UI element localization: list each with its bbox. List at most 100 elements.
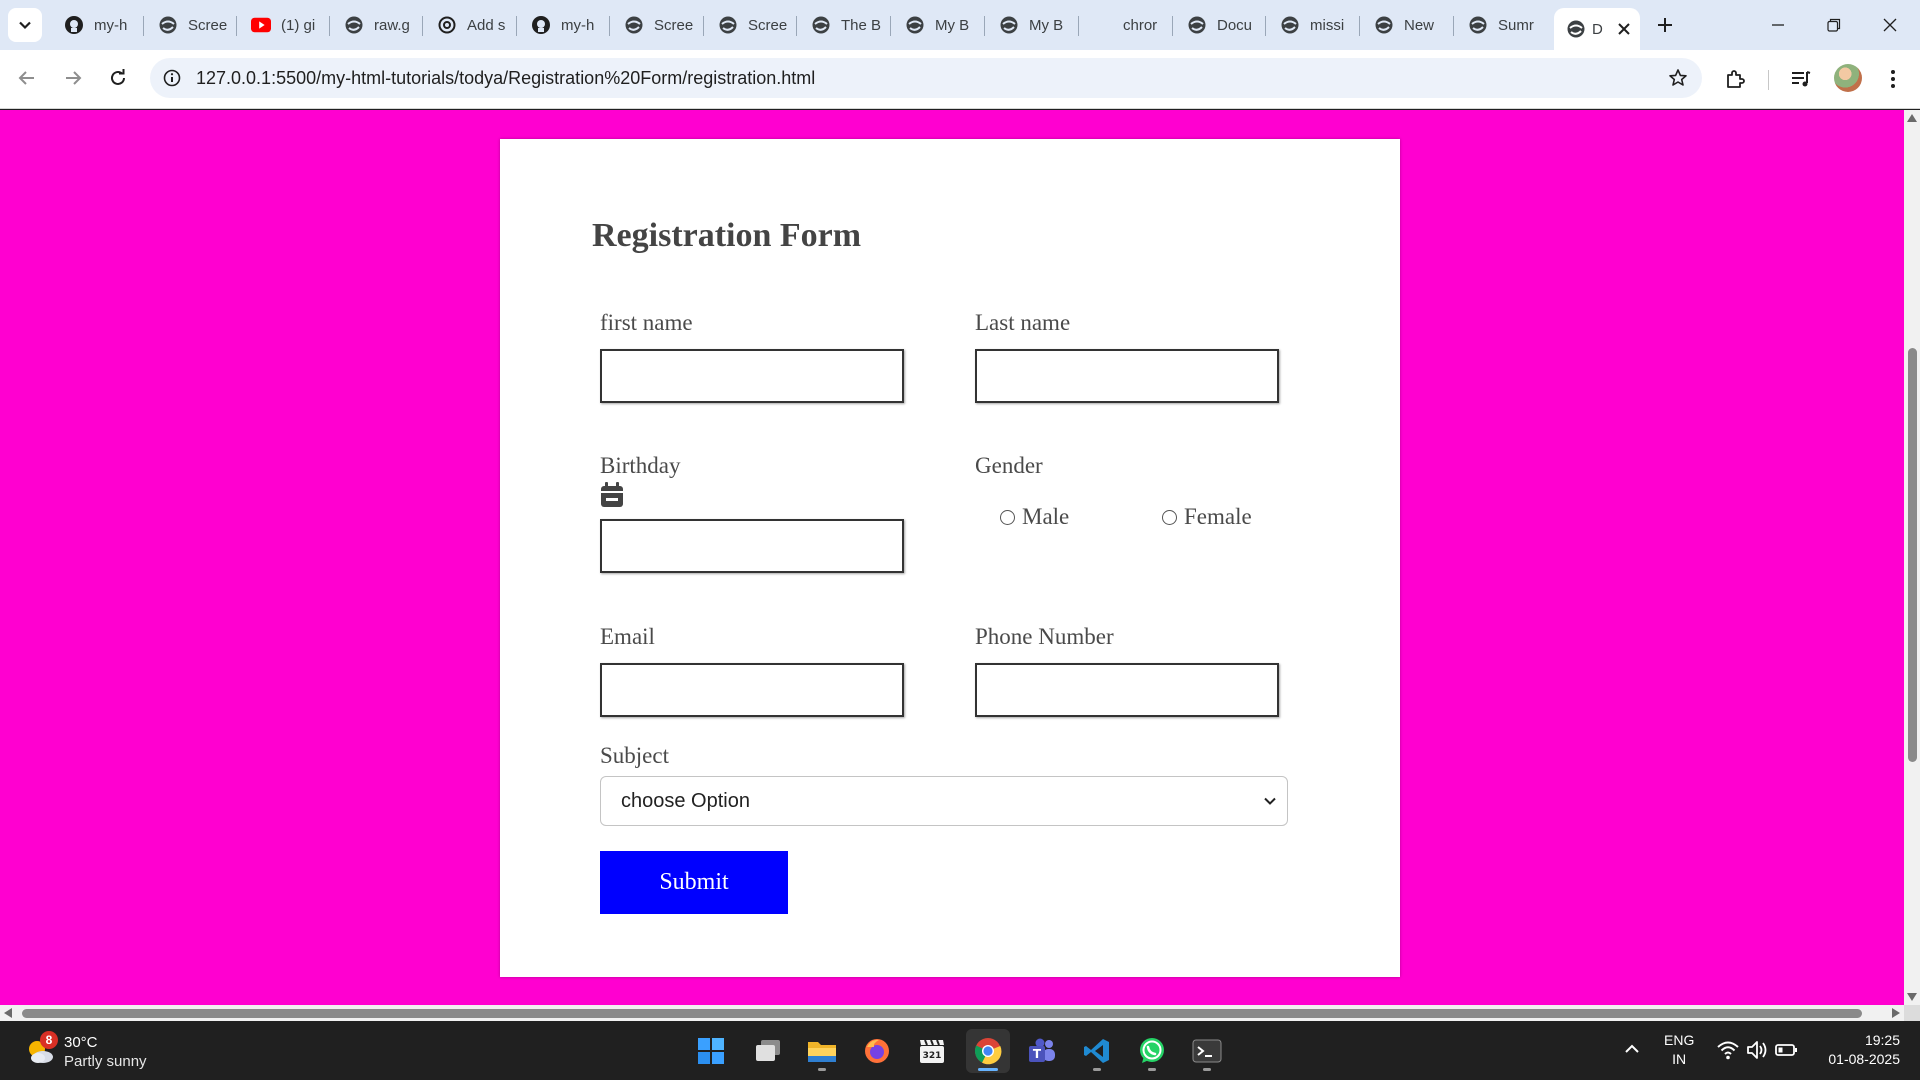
- tab-separator: [422, 16, 423, 36]
- tab-separator: [329, 16, 330, 36]
- plus-icon: [1658, 18, 1672, 32]
- profile-avatar[interactable]: [1834, 64, 1862, 92]
- vertical-scroll-thumb[interactable]: [1908, 348, 1917, 762]
- tab[interactable]: Add s: [425, 10, 513, 40]
- firefox-button[interactable]: [855, 1029, 899, 1073]
- extensions-button[interactable]: [1718, 62, 1752, 96]
- clock-time: 19:25: [1864, 1032, 1900, 1048]
- url-text: 127.0.0.1:5500/my-html-tutorials/todya/R…: [196, 68, 816, 88]
- horizontal-scroll-thumb[interactable]: [22, 1009, 1862, 1018]
- tab[interactable]: missi: [1268, 10, 1356, 40]
- submit-button[interactable]: Submit: [600, 851, 788, 914]
- last-name-label: Last name: [975, 310, 1071, 335]
- teams-icon: T: [1029, 1038, 1055, 1062]
- gender-option-male[interactable]: Male: [1000, 504, 1069, 530]
- first-name-input[interactable]: [600, 349, 904, 403]
- tab-search-button[interactable]: [8, 8, 42, 42]
- github-icon: [531, 15, 551, 35]
- radio-female[interactable]: [1162, 509, 1177, 525]
- tab-title: D: [1592, 20, 1603, 38]
- globe-icon: [1280, 15, 1300, 35]
- close-window-button[interactable]: [1862, 0, 1918, 50]
- birthday-input[interactable]: [600, 519, 904, 573]
- address-bar[interactable]: 127.0.0.1:5500/my-html-tutorials/todya/R…: [150, 58, 1702, 98]
- restore-button[interactable]: [1806, 0, 1862, 50]
- tab-title: Sumr: [1498, 16, 1534, 34]
- file-explorer-button[interactable]: [800, 1029, 844, 1073]
- tab-separator: [1172, 16, 1173, 36]
- tab[interactable]: (1) gi: [239, 10, 327, 40]
- chrome-button[interactable]: [966, 1029, 1010, 1073]
- globe-icon: [1187, 15, 1207, 35]
- minimize-button[interactable]: [1750, 0, 1806, 50]
- chevron-down-icon: [1264, 797, 1276, 805]
- new-tab-button[interactable]: [1650, 10, 1680, 40]
- weather-widget[interactable]: 8 30°C Partly sunny: [24, 1031, 224, 1071]
- media-queue-icon: [1792, 71, 1811, 87]
- clipchamp-button[interactable]: 321: [910, 1029, 954, 1073]
- globe-icon: [905, 15, 925, 35]
- tab-title: Scree: [654, 16, 694, 34]
- tab[interactable]: my-h: [52, 10, 140, 40]
- tab-title: My B: [1029, 16, 1064, 34]
- phone-input[interactable]: [975, 663, 1279, 717]
- globe-icon: [811, 15, 831, 35]
- system-clock[interactable]: 19:25 01-08-2025: [1810, 1031, 1900, 1069]
- tab-separator: [703, 16, 704, 36]
- reload-button[interactable]: [100, 60, 136, 96]
- close-tab-icon[interactable]: [1615, 20, 1633, 38]
- tab[interactable]: My B: [987, 10, 1075, 40]
- forward-button[interactable]: [55, 60, 91, 96]
- radio-label: Male: [1022, 504, 1070, 529]
- whatsapp-button[interactable]: [1130, 1029, 1174, 1073]
- subject-select[interactable]: choose Option: [600, 776, 1288, 826]
- openai-icon: [437, 15, 457, 35]
- bookmark-star-icon[interactable]: [1666, 66, 1690, 90]
- tab[interactable]: my-h: [519, 10, 607, 40]
- back-button[interactable]: [9, 60, 45, 96]
- terminal-button[interactable]: [1185, 1029, 1229, 1073]
- tab[interactable]: Docu: [1175, 10, 1263, 40]
- last-name-input[interactable]: [975, 349, 1279, 403]
- radio-male[interactable]: [1000, 509, 1015, 525]
- language-code: ENG: [1664, 1032, 1695, 1048]
- tab[interactable]: Sumr: [1456, 10, 1544, 40]
- subject-selected-value: choose Option: [621, 790, 750, 812]
- region-code: IN: [1672, 1051, 1687, 1067]
- vertical-scrollbar[interactable]: [1904, 110, 1920, 1005]
- scroll-down-arrow-icon[interactable]: [1907, 993, 1917, 1001]
- wifi-icon[interactable]: [1716, 1038, 1740, 1062]
- language-indicator[interactable]: ENG IN: [1664, 1031, 1694, 1069]
- horizontal-scrollbar[interactable]: [0, 1005, 1904, 1021]
- scroll-right-arrow-icon[interactable]: [1892, 1008, 1900, 1018]
- battery-icon[interactable]: [1774, 1038, 1798, 1062]
- tab-title: Scree: [188, 16, 228, 34]
- volume-icon[interactable]: [1745, 1038, 1769, 1062]
- tab[interactable]: raw.g: [332, 10, 420, 40]
- tab[interactable]: Scree: [146, 10, 234, 40]
- chevron-up-icon[interactable]: [1620, 1037, 1644, 1061]
- tab[interactable]: Scree: [612, 10, 700, 40]
- gender-option-female[interactable]: Female: [1162, 504, 1252, 530]
- tab[interactable]: The B: [799, 10, 887, 40]
- task-view-button[interactable]: [746, 1029, 790, 1073]
- scroll-left-arrow-icon[interactable]: [4, 1008, 12, 1018]
- calendar-icon: [601, 482, 623, 507]
- vscode-button[interactable]: [1075, 1029, 1119, 1073]
- tab[interactable]: My B: [893, 10, 981, 40]
- task-view-icon: [756, 1040, 780, 1061]
- tab[interactable]: chror: [1081, 10, 1169, 40]
- scroll-up-arrow-icon[interactable]: [1907, 114, 1917, 122]
- tab[interactable]: New: [1362, 10, 1450, 40]
- running-indicator: [1203, 1068, 1211, 1071]
- browser-menu-button[interactable]: [1876, 62, 1910, 96]
- email-input[interactable]: [600, 663, 904, 717]
- registration-card: Registration Form first name Last name B…: [500, 139, 1400, 977]
- media-controls-button[interactable]: [1784, 62, 1818, 96]
- running-indicator: [1148, 1068, 1156, 1071]
- site-info-icon[interactable]: [160, 66, 184, 90]
- tab[interactable]: Scree: [706, 10, 794, 40]
- tab-active[interactable]: D: [1554, 8, 1640, 50]
- start-button[interactable]: [689, 1029, 733, 1073]
- teams-button[interactable]: T: [1020, 1029, 1064, 1073]
